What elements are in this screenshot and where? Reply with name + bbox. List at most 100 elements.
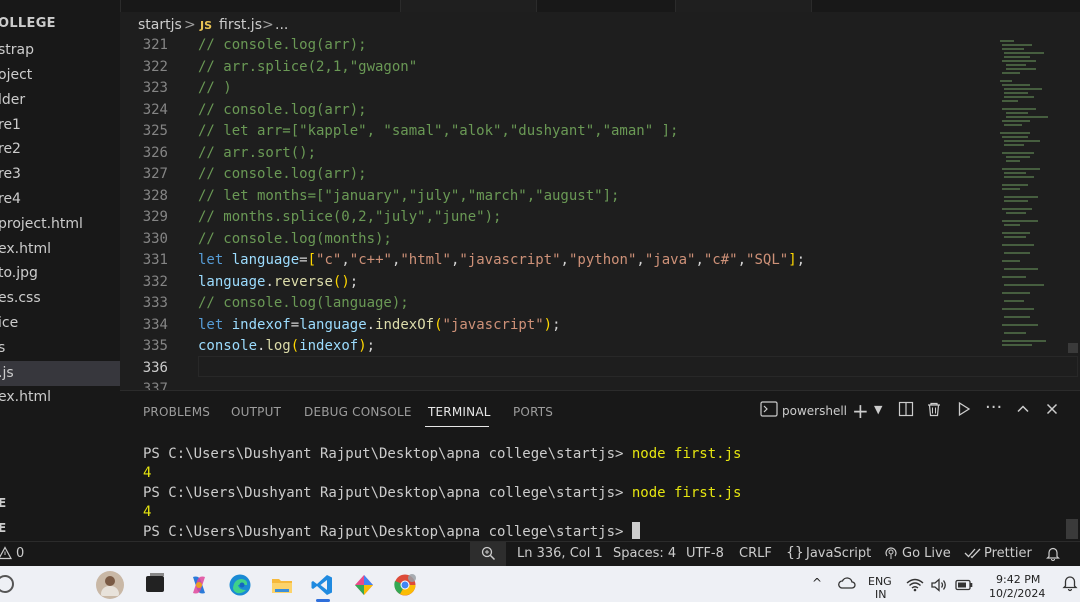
avatar[interactable] [96,571,124,599]
cursor-position[interactable]: Ln 336, Col 1 [517,546,603,561]
volume-speaker-icon[interactable] [930,578,948,595]
search-icon[interactable] [0,575,14,593]
problems-count[interactable]: 0 [16,546,24,561]
weather-cloud-icon[interactable] [838,576,856,593]
terminal-line[interactable]: PS C:\Users\Dushyant Rajput\Desktop\apna… [143,445,741,464]
breadcrumb-symbol[interactable]: ... [275,17,288,33]
code-line[interactable]: // arr.sort(); [198,143,316,165]
chevron-down-icon[interactable]: ▼ [874,403,882,416]
code-editor[interactable]: 321 322 323 324 325 326 327 328 329 330 … [120,38,1080,390]
code-line[interactable]: // months.splice(0,2,"july","june"); [198,207,501,229]
explorer-item[interactable]: ex.html [0,237,120,262]
tab-terminal[interactable]: TERMINAL [428,405,491,419]
explorer-item[interactable]: to.jpg [0,261,120,286]
close-icon[interactable] [1044,401,1060,421]
tab-ports[interactable]: PORTS [513,405,553,419]
chrome-browser-icon[interactable] [393,573,417,597]
code-line[interactable]: // ) [198,78,232,100]
editor-tab[interactable] [400,0,537,12]
explorer-item[interactable]: lder [0,88,120,113]
explorer-item[interactable]: strap [0,38,120,63]
code-line[interactable]: let language=["c","c++","html","javascri… [198,250,805,272]
explorer-item[interactable]: ice [0,311,120,336]
code-line[interactable]: // console.log(arr); [198,164,367,186]
breadcrumb-file[interactable]: first.js [219,17,262,33]
timeline-section-header[interactable]: E [0,521,6,535]
code-line[interactable]: console.log(indexof); [198,336,375,358]
explorer-item[interactable]: re3 [0,162,120,187]
code-line[interactable]: // console.log(arr); [198,100,367,122]
code-line[interactable]: // console.log(months); [198,229,392,251]
terminal-output: 4 [143,465,152,481]
line-number: 323 [142,80,168,96]
line-number: 327 [142,166,168,182]
zoom-button[interactable] [470,542,506,567]
go-live-button[interactable]: Go Live [902,546,951,561]
prettier-status[interactable]: Prettier [984,546,1032,561]
outline-section-header[interactable]: E [0,496,6,510]
explorer-item[interactable]: ex.html [0,385,120,410]
explorer-item[interactable]: re1 [0,113,120,138]
task-view-icon[interactable] [146,573,164,592]
language-indicator-top[interactable]: ENG [868,575,892,588]
terminal-command: node first.js [631,446,742,462]
code-line[interactable]: // console.log(language); [198,293,409,315]
language-indicator-bottom[interactable]: IN [875,588,886,601]
line-number: 321 [142,38,168,53]
wifi-icon[interactable] [906,578,924,595]
editor-tab-strip [120,0,1080,12]
code-line[interactable]: // console.log(arr); [198,38,367,57]
vscode-icon[interactable] [310,573,334,597]
explorer-folder-title[interactable]: OLLEGE [0,16,56,31]
explorer-sidebar: OLLEGE strap oject lder re1 re2 re3 re4 … [0,0,121,541]
code-line[interactable]: // let months=["january","july","march",… [198,186,619,208]
explorer-item[interactable]: re2 [0,137,120,162]
code-line[interactable]: // let arr=["kapple", "samal","alok","du… [198,121,678,143]
notifications-bell-icon[interactable] [1046,546,1060,563]
editor-scrollbar-thumb[interactable] [1068,343,1078,353]
problems-warning-icon[interactable] [0,546,13,562]
explorer-item[interactable]: es.css [0,286,120,311]
tab-debug-console[interactable]: DEBUG CONSOLE [304,405,412,419]
pinned-app-icon[interactable] [352,573,376,597]
run-play-icon[interactable] [956,401,972,421]
more-actions-icon[interactable]: ··· [985,397,1002,418]
clock-time[interactable]: 9:42 PM [996,573,1040,586]
copilot-icon[interactable] [187,573,211,597]
explorer-item[interactable]: project.html [0,212,120,237]
explorer-item[interactable]: s [0,336,120,361]
breadcrumb-folder[interactable]: startjs [138,17,182,33]
indentation-spaces[interactable]: Spaces: 4 [613,546,676,561]
zoom-icon [481,546,496,565]
end-of-line[interactable]: CRLF [739,546,772,561]
editor-tab[interactable] [675,0,812,12]
maximize-panel-chevron-up-icon[interactable] [1015,401,1031,421]
clock-date[interactable]: 10/2/2024 [989,587,1045,600]
terminal-scrollbar-thumb[interactable] [1066,519,1078,539]
edge-browser-icon[interactable] [228,573,252,597]
trash-icon[interactable] [926,401,942,421]
code-line[interactable]: // arr.splice(2,1,"gwagon" [198,57,417,79]
terminal-input-line[interactable]: PS C:\Users\Dushyant Rajput\Desktop\apna… [143,522,640,541]
battery-icon[interactable] [955,579,973,594]
terminal-prompt: PS C:\Users\Dushyant Rajput\Desktop\apna… [143,524,632,540]
code-line[interactable]: language.reverse(); [198,272,358,294]
new-terminal-plus-icon[interactable]: + [852,399,869,423]
breadcrumb-separator: > [262,17,274,33]
terminal-shell-label[interactable]: powershell [782,404,847,418]
split-terminal-icon[interactable] [898,401,914,421]
line-number: 330 [142,230,168,247]
tab-output[interactable]: OUTPUT [231,405,281,419]
show-hidden-icons-chevron-up-icon[interactable]: ^ [812,576,822,590]
explorer-item[interactable]: oject [0,63,120,88]
file-encoding[interactable]: UTF-8 [686,546,724,561]
code-line[interactable]: let indexof=language.indexOf("javascript… [198,315,561,337]
explorer-item[interactable]: re4 [0,187,120,212]
language-mode[interactable]: JavaScript [806,546,871,561]
explorer-item-active[interactable]: .js [0,361,120,386]
notification-center-bell-icon[interactable] [1062,574,1078,595]
file-explorer-icon[interactable] [270,573,294,597]
terminal-line[interactable]: PS C:\Users\Dushyant Rajput\Desktop\apna… [143,484,741,503]
minimap[interactable] [998,38,1066,358]
tab-problems[interactable]: PROBLEMS [143,405,210,419]
